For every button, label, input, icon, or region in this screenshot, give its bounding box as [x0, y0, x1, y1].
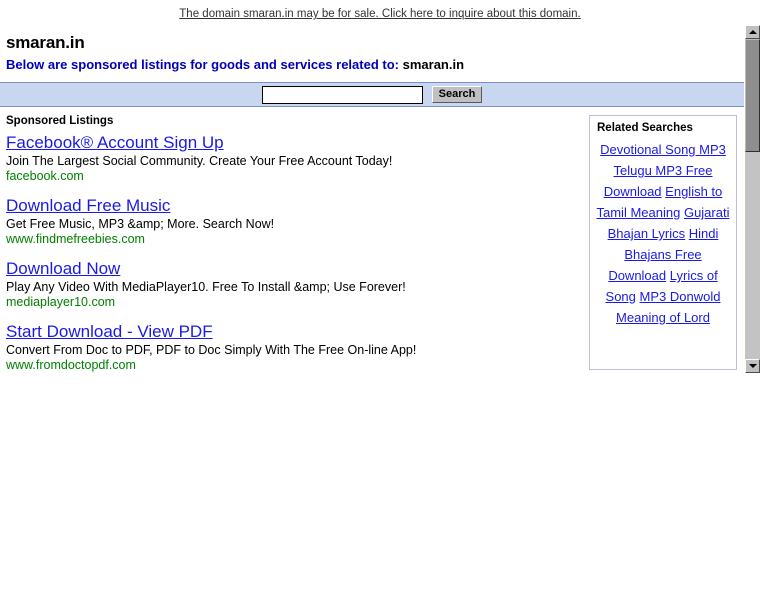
search-input[interactable]: [261, 85, 423, 104]
related-search-link[interactable]: Devotional Song MP3: [600, 142, 726, 157]
vertical-scrollbar[interactable]: [744, 25, 760, 373]
domain-for-sale-banner: The domain smaran.in may be for sale. Cl…: [0, 0, 760, 25]
subtitle-prefix: Below are sponsored listings for goods a…: [6, 57, 399, 72]
page-viewport: smaran.in Below are sponsored listings f…: [0, 25, 760, 373]
related-search-link[interactable]: MP3 Donwold: [640, 289, 721, 304]
subtitle-domain: smaran.in: [402, 57, 465, 72]
listing-url: mediaplayer10.com: [6, 295, 116, 309]
related-searches-list: Devotional Song MP3 Telugu MP3 Free Down…: [595, 139, 731, 328]
listing-description: Convert From Doc to PDF, PDF to Doc Simp…: [6, 343, 417, 357]
listing-item: Start Download - View PDF Convert From D…: [6, 322, 585, 373]
listing-item: Download Free Music Get Free Music, MP3 …: [6, 196, 585, 247]
page-subtitle: Below are sponsored listings for goods a…: [6, 57, 744, 72]
scroll-down-button[interactable]: [745, 359, 760, 373]
listing-description: Play Any Video With MediaPlayer10. Free …: [6, 280, 406, 294]
scroll-up-button[interactable]: [745, 25, 760, 39]
search-button[interactable]: Search: [431, 86, 483, 103]
listing-url: www.findmefreebies.com: [6, 232, 145, 246]
scroll-down-arrow-icon: [748, 364, 757, 368]
listing-title-link[interactable]: Download Now: [6, 259, 120, 279]
scroll-up-arrow-icon: [748, 30, 757, 34]
listing-url: www.fromdoctopdf.com: [6, 358, 136, 372]
listing-title-link[interactable]: Download Free Music: [6, 196, 170, 216]
related-search-link[interactable]: Meaning of Lord: [616, 310, 710, 325]
search-bar: Search: [0, 82, 744, 107]
listing-description: Join The Largest Social Community. Creat…: [6, 154, 393, 168]
listing-url: facebook.com: [6, 169, 84, 183]
listing-item: Download Now Play Any Video With MediaPl…: [6, 259, 585, 310]
related-searches-title: Related Searches: [597, 122, 693, 134]
related-searches-box: Related Searches Devotional Song MP3 Tel…: [589, 115, 737, 370]
page-title: smaran.in: [6, 33, 85, 52]
listing-description: Get Free Music, MP3 &amp; More. Search N…: [6, 217, 275, 231]
scrollbar-thumb[interactable]: [745, 39, 760, 152]
listing-title-link[interactable]: Start Download - View PDF: [6, 322, 213, 342]
content-columns: Sponsored Listings Facebook® Account Sig…: [0, 107, 744, 373]
page-header: smaran.in Below are sponsored listings f…: [0, 25, 744, 76]
sponsored-listings-column: Sponsored Listings Facebook® Account Sig…: [0, 107, 585, 373]
page-content: smaran.in Below are sponsored listings f…: [0, 25, 744, 373]
listing-item: Facebook® Account Sign Up Join The Large…: [6, 133, 585, 184]
listing-title-link[interactable]: Facebook® Account Sign Up: [6, 133, 224, 153]
sponsored-listings-label: Sponsored Listings: [6, 115, 114, 127]
domain-inquiry-link[interactable]: The domain smaran.in may be for sale. Cl…: [179, 8, 580, 20]
